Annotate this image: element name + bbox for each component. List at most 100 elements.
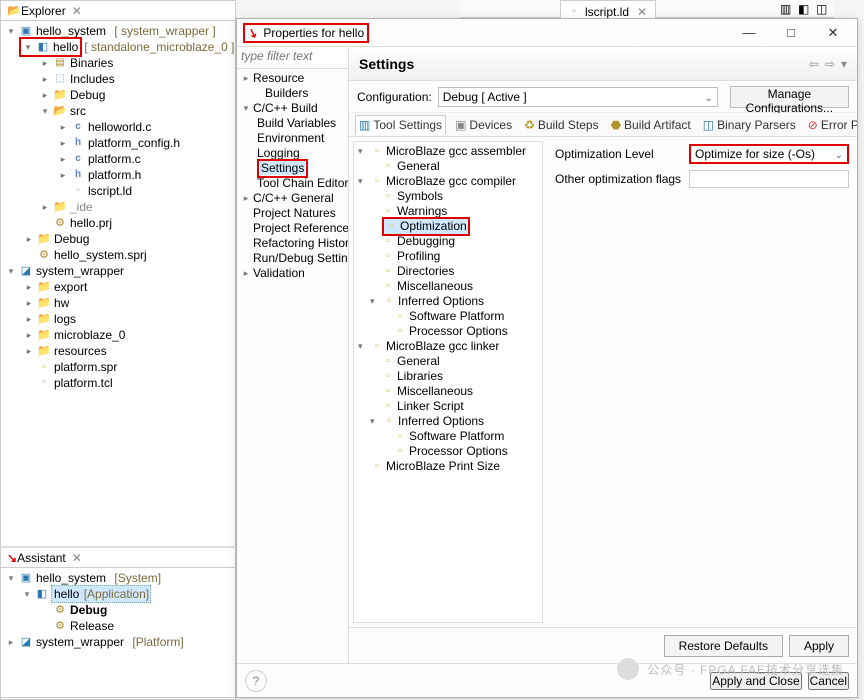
- tree-row[interactable]: Debug: [5, 602, 235, 618]
- tree-row[interactable]: lscript.ld: [5, 183, 235, 199]
- maximize-button[interactable]: □: [779, 25, 803, 41]
- tool-row[interactable]: Miscellaneous: [356, 384, 540, 399]
- tool-row[interactable]: Linker Script: [356, 399, 540, 414]
- tab-build-steps[interactable]: ♻Build Steps: [521, 116, 601, 134]
- cat-rundebug[interactable]: Run/Debug Settings: [241, 251, 348, 266]
- apply-close-button[interactable]: Apply and Close: [710, 672, 801, 690]
- tool-row[interactable]: Debugging: [356, 234, 540, 249]
- manage-config-button[interactable]: Manage Configurations...: [730, 86, 849, 108]
- tab-tool-settings[interactable]: ▥Tool Settings: [355, 115, 446, 135]
- tab-error-parsers[interactable]: ⊘Error Parsers: [805, 116, 857, 134]
- cat-proj-natures[interactable]: Project Natures: [241, 206, 348, 221]
- filter-input[interactable]: [241, 49, 344, 63]
- cat-proj-refs[interactable]: Project References: [241, 221, 348, 236]
- back-icon[interactable]: ⇦: [809, 57, 819, 71]
- tree-row-hello[interactable]: ▾hello [ standalone_microblaze_0 ]: [5, 39, 235, 55]
- cat-environment[interactable]: Environment: [241, 131, 348, 146]
- tool-row[interactable]: Profiling: [356, 249, 540, 264]
- file-icon: [567, 5, 581, 19]
- settings-header: Settings ⇦ ⇨ ▾: [349, 47, 857, 81]
- cat-validation[interactable]: ▸Validation: [241, 266, 348, 281]
- tool-row[interactable]: ▾Inferred Options: [356, 414, 540, 429]
- close-icon[interactable]: ✕: [72, 4, 82, 18]
- tree-row-hello-app[interactable]: ▾hello [Application]: [5, 586, 235, 602]
- tree-row[interactable]: ▸helloworld.c: [5, 119, 235, 135]
- tool-row[interactable]: Software Platform: [356, 309, 540, 324]
- tool-row[interactable]: Libraries: [356, 369, 540, 384]
- restore-defaults-button[interactable]: Restore Defaults: [664, 635, 783, 657]
- tree-row[interactable]: ▸system_wrapper [Platform]: [5, 634, 235, 650]
- tree-row[interactable]: ▸hw: [5, 295, 235, 311]
- other-flags-input[interactable]: [689, 170, 849, 188]
- tree-row[interactable]: ▸resources: [5, 343, 235, 359]
- tree-row[interactable]: ▸_ide: [5, 199, 235, 215]
- tree-row[interactable]: ▸platform.h: [5, 167, 235, 183]
- tool-ld[interactable]: ▾MicroBlaze gcc linker: [356, 339, 540, 354]
- config-select[interactable]: Debug [ Active ]: [438, 87, 718, 107]
- tb-icon-1[interactable]: ▥: [780, 2, 794, 16]
- tool-row[interactable]: Processor Options: [356, 324, 540, 339]
- cat-builders[interactable]: Builders: [241, 86, 348, 101]
- dialog-titlebar[interactable]: ↘ Properties for hello — □ ✕: [237, 19, 857, 47]
- tree-row[interactable]: ▾src: [5, 103, 235, 119]
- tool-print[interactable]: MicroBlaze Print Size: [356, 459, 540, 474]
- close-icon[interactable]: ✕: [637, 5, 647, 19]
- tree-row[interactable]: ▸Includes: [5, 71, 235, 87]
- cat-ccpp-build[interactable]: ▾C/C++ Build: [241, 101, 348, 116]
- tab-devices[interactable]: ▣Devices: [452, 116, 515, 134]
- tree-row[interactable]: ▸platform_config.h: [5, 135, 235, 151]
- explorer-tab[interactable]: Explorer ✕: [1, 1, 235, 21]
- tree-row[interactable]: ▾system_wrapper: [5, 263, 235, 279]
- folder-icon: [53, 88, 67, 102]
- tool-cc[interactable]: ▾MicroBlaze gcc compiler: [356, 174, 540, 189]
- folder-icon: [37, 232, 51, 246]
- tree-row[interactable]: ▸microblaze_0: [5, 327, 235, 343]
- tool-row[interactable]: General: [356, 159, 540, 174]
- tree-row[interactable]: hello_system.sprj: [5, 247, 235, 263]
- tree-row[interactable]: ▸logs: [5, 311, 235, 327]
- menu-icon[interactable]: ▾: [841, 57, 847, 71]
- tool-row[interactable]: Software Platform: [356, 429, 540, 444]
- cat-toolchain[interactable]: Tool Chain Editor: [241, 176, 348, 191]
- tree-row[interactable]: platform.tcl: [5, 375, 235, 391]
- help-button[interactable]: ?: [245, 670, 267, 692]
- tool-row[interactable]: ▾Inferred Options: [356, 294, 540, 309]
- forward-icon[interactable]: ⇨: [825, 57, 835, 71]
- file-icon: [71, 184, 85, 198]
- tab-build-artifact[interactable]: ⬣Build Artifact: [608, 116, 694, 134]
- tree-row[interactable]: ▾hello_system [System]: [5, 570, 235, 586]
- tree-row[interactable]: Release: [5, 618, 235, 634]
- cat-ccpp-general[interactable]: ▸C/C++ General: [241, 191, 348, 206]
- tree-row[interactable]: ▸Debug: [5, 87, 235, 103]
- opt-level-select[interactable]: Optimize for size (-Os): [689, 144, 849, 164]
- tree-row[interactable]: ▸Debug: [5, 231, 235, 247]
- cat-refactoring[interactable]: Refactoring History: [241, 236, 348, 251]
- tool-optimization[interactable]: Optimization: [356, 219, 540, 234]
- cancel-button[interactable]: Cancel: [808, 672, 849, 690]
- folder-icon: [37, 328, 51, 342]
- assistant-tab[interactable]: ↘ Assistant ✕: [1, 548, 235, 568]
- tree-row[interactable]: ▸export: [5, 279, 235, 295]
- tool-asm[interactable]: ▾MicroBlaze gcc assembler: [356, 144, 540, 159]
- tb-icon-2[interactable]: ◧: [798, 2, 812, 16]
- cat-resource[interactable]: ▸Resource: [241, 71, 348, 86]
- cat-build-vars[interactable]: Build Variables: [241, 116, 348, 131]
- tree-row[interactable]: hello.prj: [5, 215, 235, 231]
- tree-row[interactable]: ▸platform.c: [5, 151, 235, 167]
- tool-row[interactable]: Symbols: [356, 189, 540, 204]
- close-icon[interactable]: ✕: [72, 551, 82, 565]
- tab-binary-parsers[interactable]: ◫Binary Parsers: [700, 116, 799, 134]
- tree-row[interactable]: platform.spr: [5, 359, 235, 375]
- tree-row[interactable]: ▸Binaries: [5, 55, 235, 71]
- close-button[interactable]: ✕: [821, 25, 845, 41]
- minimize-button[interactable]: —: [737, 25, 761, 41]
- apply-button[interactable]: Apply: [789, 635, 849, 657]
- tb-icon-3[interactable]: ◫: [816, 2, 830, 16]
- platform-icon: [19, 635, 33, 649]
- cat-settings[interactable]: Settings: [241, 161, 348, 176]
- tool-row[interactable]: Directories: [356, 264, 540, 279]
- tool-row[interactable]: Miscellaneous: [356, 279, 540, 294]
- tool-row[interactable]: Processor Options: [356, 444, 540, 459]
- tool-row[interactable]: General: [356, 354, 540, 369]
- error-icon: ⊘: [808, 118, 818, 132]
